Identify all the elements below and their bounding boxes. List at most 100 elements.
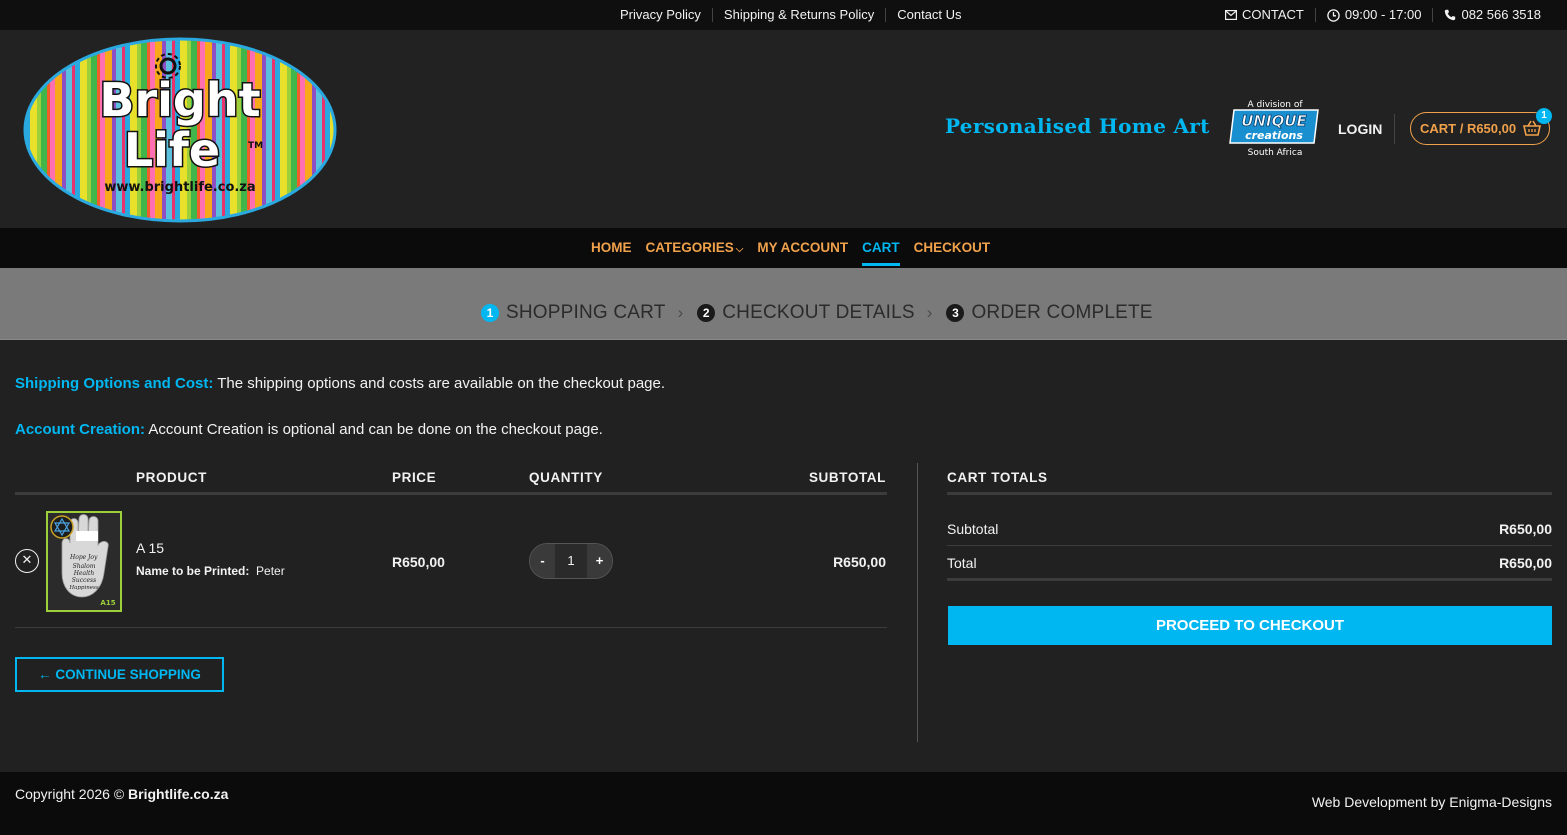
- nav-my-account[interactable]: MY ACCOUNT: [757, 228, 848, 268]
- col-header-price: PRICE: [392, 470, 437, 485]
- item-subtotal: R650,00: [833, 554, 886, 570]
- copyright-brand[interactable]: Brightlife.co.za: [128, 786, 228, 802]
- nav-categories[interactable]: CATEGORIES ⌵: [646, 228, 744, 268]
- continue-shopping-button[interactable]: ← CONTINUE SHOPPING: [15, 657, 224, 692]
- column-divider: [917, 463, 918, 742]
- privacy-policy-link[interactable]: Privacy Policy: [609, 8, 712, 22]
- login-link[interactable]: LOGIN: [1338, 121, 1382, 137]
- shipping-notice: Shipping Options and Cost: The shipping …: [15, 375, 665, 392]
- site-logo[interactable]: Bright Life TM www.brightlife.co.za: [22, 36, 338, 224]
- totals-row-divider: [947, 545, 1552, 546]
- cart-totals-title: CART TOTALS: [947, 470, 1048, 485]
- svg-text:Hope: Hope: [69, 554, 87, 561]
- svg-text:UNIQUE: UNIQUE: [1241, 112, 1307, 130]
- product-name-link[interactable]: A 15: [136, 540, 164, 556]
- top-contact-info: CONTACT 09:00 - 17:00 082 566 3518: [1214, 0, 1552, 30]
- envelope-icon: [1224, 10, 1237, 20]
- account-notice: Account Creation: Account Creation is op…: [15, 421, 603, 438]
- subtotal-value: R650,00: [1499, 521, 1552, 537]
- clock-icon: [1327, 8, 1340, 22]
- step-2-number: 2: [697, 304, 716, 322]
- nav-my-account-label: MY ACCOUNT: [757, 240, 849, 255]
- site-footer: Copyright 2026 © Brightlife.co.za Web De…: [0, 772, 1567, 835]
- nav-categories-label: CATEGORIES: [645, 240, 734, 255]
- total-value: R650,00: [1499, 555, 1552, 571]
- svg-text:TM: TM: [248, 141, 263, 151]
- contact-link[interactable]: CONTACT: [1214, 8, 1315, 22]
- col-header-product: PRODUCT: [136, 470, 207, 485]
- phone-link[interactable]: 082 566 3518: [1432, 8, 1552, 22]
- shipping-notice-title: Shipping Options and Cost:: [15, 375, 214, 392]
- svg-text:Joy: Joy: [86, 554, 98, 561]
- step-order-complete: ORDER COMPLETE: [971, 302, 1153, 323]
- site-header: Bright Life TM www.brightlife.co.za Pers…: [0, 30, 1567, 228]
- svg-text:Health: Health: [73, 570, 95, 577]
- cart-total-label: CART / R650,00: [1420, 121, 1517, 136]
- nav-cart[interactable]: CART: [862, 228, 900, 268]
- variation-value: Peter: [256, 564, 285, 578]
- cart-count-badge: 1: [1536, 108, 1552, 124]
- unique-creations-logo: A division of UNIQUE creations South Afr…: [1228, 98, 1322, 158]
- totals-header-divider: [947, 492, 1552, 495]
- contact-us-link[interactable]: Contact Us: [885, 8, 972, 22]
- nav-checkout[interactable]: CHECKOUT: [914, 228, 991, 268]
- svg-text:Shalom: Shalom: [73, 563, 96, 570]
- hours-text: 09:00 - 17:00: [1344, 7, 1422, 22]
- main-nav: HOME CATEGORIES ⌵ MY ACCOUNT CART CHECKOU…: [0, 228, 1567, 268]
- variation-label: Name to be Printed:: [136, 564, 250, 578]
- logo-text-life: Life: [124, 123, 220, 177]
- copyright: Copyright 2026 © Brightlife.co.za: [15, 786, 228, 802]
- account-notice-title: Account Creation:: [15, 421, 146, 438]
- totals-bottom-divider: [947, 578, 1552, 581]
- copyright-prefix: Copyright 2026 ©: [15, 786, 129, 802]
- shipping-notice-text: The shipping options and costs are avail…: [213, 375, 666, 392]
- product-thumbnail[interactable]: Hope Joy Shalom Health Success Happiness…: [46, 511, 122, 612]
- nav-checkout-label: CHECKOUT: [913, 240, 991, 255]
- table-header-divider: [15, 492, 887, 495]
- developer-credit[interactable]: Web Development by Enigma-Designs: [1312, 794, 1552, 810]
- logo-url: www.brightlife.co.za: [104, 180, 255, 195]
- qty-minus-button[interactable]: -: [530, 544, 555, 578]
- chevron-down-icon: ⌵: [735, 244, 744, 255]
- qty-input[interactable]: 1: [555, 544, 587, 578]
- total-label: Total: [947, 555, 977, 571]
- subtotal-label: Subtotal: [947, 521, 999, 537]
- svg-text:Success: Success: [72, 577, 96, 584]
- proceed-to-checkout-button[interactable]: PROCEED TO CHECKOUT: [948, 606, 1552, 645]
- svg-text:A15: A15: [100, 599, 115, 607]
- checkout-steps: 1 SHOPPING CART › 2 CHECKOUT DETAILS › 3…: [0, 268, 1567, 340]
- nav-home-label: HOME: [591, 240, 632, 255]
- shipping-returns-link[interactable]: Shipping & Returns Policy: [711, 8, 885, 22]
- svg-text:South Africa: South Africa: [1248, 148, 1303, 158]
- phone-text: 082 566 3518: [1461, 7, 1541, 22]
- chevron-right-icon: ›: [677, 303, 684, 322]
- top-links: Privacy Policy Shipping & Returns Policy…: [609, 0, 973, 30]
- item-price: R650,00: [392, 554, 445, 570]
- chevron-right-icon: ›: [926, 303, 933, 322]
- remove-item-button[interactable]: ✕: [15, 549, 39, 573]
- svg-text:A division of: A division of: [1248, 100, 1304, 110]
- tagline: Personalised Home Art: [945, 114, 1210, 138]
- svg-text:creations: creations: [1245, 129, 1303, 142]
- nav-home[interactable]: HOME: [591, 228, 632, 268]
- nav-cart-label: CART: [862, 240, 900, 255]
- account-notice-text: Account Creation is optional and can be …: [145, 421, 603, 438]
- product-variation: Name to be Printed: Peter: [136, 564, 285, 578]
- step-3-number: 3: [946, 304, 965, 322]
- hours-info: 09:00 - 17:00: [1314, 7, 1433, 22]
- table-row-divider: [15, 627, 887, 628]
- qty-plus-button[interactable]: +: [587, 544, 612, 578]
- col-header-subtotal: SUBTOTAL: [808, 470, 886, 485]
- svg-text:Happiness: Happiness: [68, 585, 98, 591]
- header-divider: [1394, 114, 1395, 144]
- phone-icon: [1445, 9, 1456, 21]
- col-header-quantity: QUANTITY: [529, 470, 603, 485]
- contact-label: CONTACT: [1241, 7, 1304, 22]
- quantity-stepper: - 1 +: [529, 543, 613, 579]
- top-bar: Privacy Policy Shipping & Returns Policy…: [0, 0, 1567, 30]
- logo-text-bright: Bright: [99, 73, 260, 127]
- step-1-number: 1: [481, 304, 499, 322]
- header-cart-button[interactable]: CART / R650,00: [1410, 112, 1550, 145]
- step-checkout-details[interactable]: CHECKOUT DETAILS: [722, 302, 915, 324]
- step-shopping-cart[interactable]: SHOPPING CART: [506, 302, 666, 324]
